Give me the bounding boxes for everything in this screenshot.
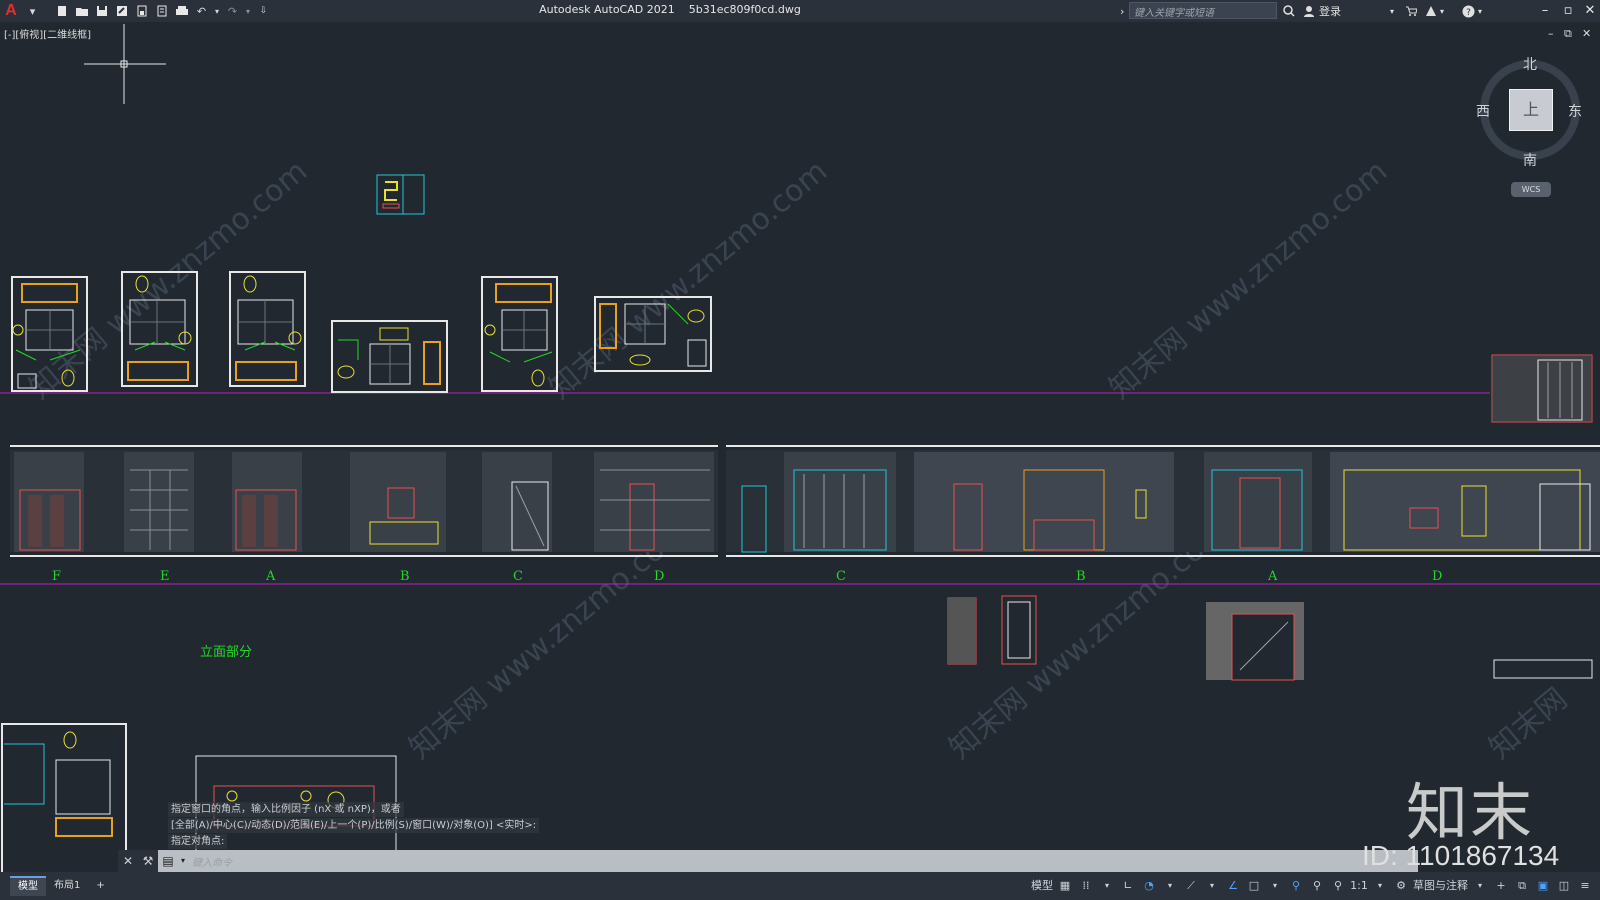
workspace-gear-icon[interactable]: ⚙: [1392, 875, 1410, 897]
annotation-monitor-icon[interactable]: +: [1492, 875, 1510, 897]
command-input[interactable]: 键入命令: [192, 854, 232, 869]
command-recent-dropdown-icon[interactable]: ▾: [178, 850, 188, 872]
viewport-close-icon[interactable]: ✕: [1582, 27, 1591, 40]
units-icon[interactable]: ⧉: [1513, 875, 1531, 897]
cart-icon[interactable]: [1405, 0, 1417, 22]
viewcube-top-face[interactable]: 上: [1509, 89, 1553, 131]
elevation-strip-left: [10, 445, 718, 557]
tab-layout1[interactable]: 布局1: [46, 876, 88, 896]
title-bar: A ▾ ↶ ▾ ↷ ▾ ⇩ Autodesk AutoCAD 2021 5b31…: [0, 0, 1600, 22]
search-expand-icon[interactable]: ›: [1120, 0, 1124, 22]
model-space-button[interactable]: 模型: [1031, 875, 1053, 897]
command-recent-icon[interactable]: ▤: [158, 850, 178, 872]
object-snap-tracking-icon[interactable]: ∠: [1224, 875, 1242, 897]
compass-east[interactable]: 东: [1568, 101, 1582, 121]
grid-icon[interactable]: ▦: [1056, 875, 1074, 897]
workspace-dropdown-icon[interactable]: ▾: [1471, 875, 1489, 897]
workspace-switch[interactable]: 草图与注释: [1413, 875, 1468, 897]
polar-dropdown-icon[interactable]: ▾: [1161, 875, 1179, 897]
floor-plan: [481, 276, 558, 392]
section-title: 立面部分: [200, 645, 252, 660]
object-snap-icon[interactable]: □: [1245, 875, 1263, 897]
elevation-label: D: [1432, 569, 1442, 584]
annotation-scale-value[interactable]: 1:1: [1350, 875, 1368, 897]
detail-block: [376, 174, 425, 215]
status-bar: 模型 布局1 + 模型 ▦ ⁞⁞ ▾ ∟ ◔ ▾ ⟋ ▾ ∠ □ ▾ ⚲ ⚲ ⚲…: [0, 872, 1600, 900]
svg-text:知末网 www.znzmo.com: 知末网 www.znzmo.com: [1103, 154, 1394, 406]
elevation-label: B: [400, 569, 410, 584]
drawing-canvas[interactable]: 知末网 www.znzmo.com 知末网 www.znzmo.com 知末网 …: [0, 22, 1600, 872]
close-icon[interactable]: ✕: [1578, 0, 1600, 22]
file-name: 5b31ec809f0cd.dwg: [688, 3, 801, 16]
customize-statusbar-icon[interactable]: ≡: [1576, 875, 1594, 897]
compass-south[interactable]: 南: [1523, 150, 1537, 170]
search-input[interactable]: 键入关键字或短语: [1129, 2, 1277, 19]
status-toolbar: 模型 ▦ ⁞⁞ ▾ ∟ ◔ ▾ ⟋ ▾ ∠ □ ▾ ⚲ ⚲ ⚲ 1:1 ▾ ⚙ …: [1028, 872, 1600, 900]
viewport-minimize-icon[interactable]: –: [1548, 27, 1554, 40]
command-history-line: [全部(A)/中心(C)/动态(D)/范围(E)/上一个(P)/比例(S)/窗口…: [168, 818, 540, 833]
object-snap-dropdown-icon[interactable]: ▾: [1266, 875, 1284, 897]
app-title: Autodesk AutoCAD 2021: [539, 3, 675, 16]
app-dropdown-icon[interactable]: ▾: [1440, 0, 1444, 22]
snap-dropdown-icon[interactable]: ▾: [1098, 875, 1116, 897]
svg-text:?: ?: [1466, 8, 1471, 18]
door-elevation: [1491, 354, 1593, 423]
watermark-id: ID: 1101867134: [1362, 840, 1560, 871]
floor-plan: [331, 320, 448, 393]
command-customize-icon[interactable]: ⚒: [138, 850, 158, 872]
ortho-icon[interactable]: ∟: [1119, 875, 1137, 897]
viewport-controls[interactable]: [-][俯视][二维线框]: [4, 26, 91, 41]
elevation-label: C: [836, 569, 846, 584]
isodraft-icon[interactable]: ⟋: [1182, 875, 1200, 897]
minimize-icon[interactable]: –: [1533, 0, 1557, 22]
autodesk-app-icon[interactable]: [1425, 0, 1437, 22]
floor-plan: [229, 271, 306, 387]
viewport-restore-icon[interactable]: ⧉: [1564, 27, 1572, 41]
snap-icon[interactable]: ⁞⁞: [1077, 875, 1095, 897]
command-line[interactable]: ✕ ⚒ ▤ ▾ 键入命令: [118, 850, 1418, 872]
user-icon[interactable]: [1303, 0, 1315, 22]
add-layout-button[interactable]: +: [88, 876, 112, 896]
command-close-icon[interactable]: ✕: [118, 850, 138, 872]
isolate-objects-icon[interactable]: ◫: [1555, 875, 1573, 897]
login-link[interactable]: 登录: [1319, 0, 1341, 22]
auto-scale-icon[interactable]: ⚲: [1308, 875, 1326, 897]
elevation-strip-right: [726, 445, 1600, 557]
compass-west[interactable]: 西: [1476, 101, 1490, 121]
help-dropdown-icon[interactable]: ▾: [1478, 0, 1482, 22]
wcs-menu-button[interactable]: WCS: [1511, 182, 1551, 197]
compass-north[interactable]: 北: [1523, 54, 1537, 74]
elevation-label: A: [265, 569, 276, 584]
search-icon[interactable]: [1283, 0, 1295, 22]
elevation-label: C: [513, 569, 523, 584]
elevation-label: D: [654, 569, 664, 584]
annotation-visibility-icon[interactable]: ⚲: [1287, 875, 1305, 897]
command-history-line: 指定对角点:: [168, 834, 228, 849]
quick-properties-icon[interactable]: ▣: [1534, 875, 1552, 897]
svg-text:知末网 www.znzmo.com: 知末网 www.znzmo.com: [23, 154, 314, 406]
elevation-label: B: [1076, 569, 1086, 584]
bathroom-plans: [11, 271, 1593, 423]
command-history-line: 指定窗口的角点，输入比例因子 (nX 或 nXP)，或者: [168, 802, 404, 817]
brand-watermark: 知末: [1406, 776, 1535, 849]
polar-tracking-icon[interactable]: ◔: [1140, 875, 1158, 897]
help-icon[interactable]: ?: [1462, 0, 1475, 22]
crosshair-cursor: [84, 24, 166, 104]
elevation-label: A: [1267, 569, 1278, 584]
account-dropdown-icon[interactable]: ▾: [1390, 0, 1394, 22]
scale-dropdown-icon[interactable]: ▾: [1371, 875, 1389, 897]
annotation-scale-icon[interactable]: ⚲: [1329, 875, 1347, 897]
elevation-labels-left: F E A B C D: [52, 569, 664, 584]
svg-text:知末网: 知末网: [1483, 681, 1574, 766]
elevation-label: F: [52, 569, 61, 584]
tab-model[interactable]: 模型: [10, 876, 46, 896]
maximize-icon[interactable]: ▫: [1556, 0, 1580, 22]
elevation-label: E: [160, 569, 170, 584]
isodraft-dropdown-icon[interactable]: ▾: [1203, 875, 1221, 897]
svg-text:知末网 www.znzmo.com: 知末网 www.znzmo.com: [543, 154, 834, 406]
